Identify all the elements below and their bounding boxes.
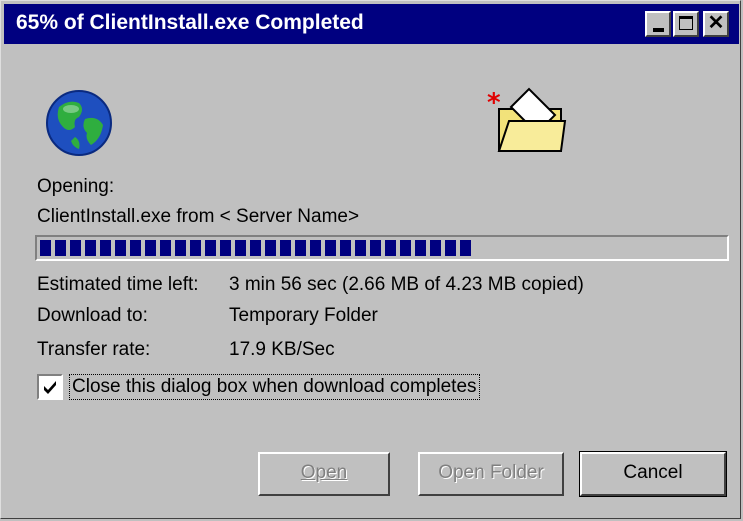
cancel-button[interactable]: Cancel [579,451,727,497]
download-to-label: Download to: [37,305,148,326]
progress-block [385,240,396,256]
progress-block [445,240,456,256]
progress-block [220,240,231,256]
progress-block [85,240,96,256]
window-title: 65% of ClientInstall.exe Completed [16,11,364,34]
progress-block [310,240,321,256]
close-on-complete-label[interactable]: Close this dialog box when download comp… [69,374,480,400]
progress-block [460,240,471,256]
opening-label: Opening: [37,176,115,197]
progress-block [40,240,51,256]
globe-icon [45,89,113,157]
progress-block [370,240,381,256]
time-left-label: Estimated time left: [37,274,199,295]
progress-block [55,240,66,256]
transfer-rate-value: 17.9 KB/Sec [229,339,335,360]
progress-block [235,240,246,256]
close-on-complete-checkbox[interactable] [37,374,63,400]
progress-fill [40,240,486,256]
minimize-button[interactable] [645,11,671,37]
download-progress-bar [35,235,729,261]
download-to-value: Temporary Folder [229,305,378,326]
progress-block [265,240,276,256]
progress-block [190,240,201,256]
close-icon: ✕ [707,12,725,34]
folder-icon: * [485,85,567,157]
checkmark-icon [44,381,56,394]
progress-block [340,240,351,256]
progress-block [160,240,171,256]
progress-block [355,240,366,256]
progress-block [295,240,306,256]
open-folder-button[interactable]: Open Folder [418,452,564,496]
title-bar[interactable]: 65% of ClientInstall.exe Completed ✕ [4,4,739,44]
progress-block [415,240,426,256]
minimize-icon [653,28,664,32]
transfer-rate-label: Transfer rate: [37,339,151,360]
svg-text:*: * [487,88,501,118]
progress-block [175,240,186,256]
file-source-text: ClientInstall.exe from < Server Name> [37,206,360,227]
progress-block [70,240,81,256]
open-button[interactable]: Open [258,452,390,496]
cancel-button-label: Cancel [623,462,683,483]
progress-block [130,240,141,256]
open-button-label: Open [300,462,348,483]
open-folder-button-label: Open Folder [438,462,544,483]
progress-block [205,240,216,256]
progress-block [325,240,336,256]
maximize-button[interactable] [673,11,699,37]
progress-block [145,240,156,256]
progress-block [100,240,111,256]
progress-block [115,240,126,256]
progress-block [430,240,441,256]
progress-block [250,240,261,256]
progress-block [280,240,291,256]
maximize-icon [679,16,693,30]
time-left-value: 3 min 56 sec (2.66 MB of 4.23 MB copied) [229,274,584,295]
download-dialog: 65% of ClientInstall.exe Completed ✕ * O… [0,0,741,519]
progress-block [400,240,411,256]
close-button[interactable]: ✕ [703,11,729,37]
